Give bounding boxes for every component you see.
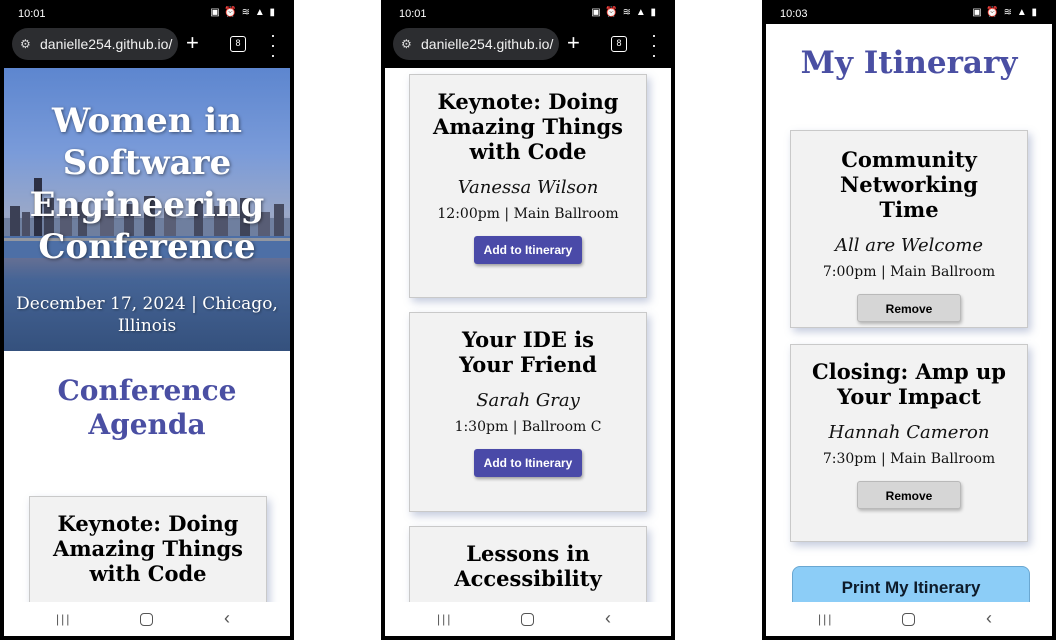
home-icon[interactable] <box>521 613 534 626</box>
site-settings-icon[interactable]: ⚙ <box>401 37 412 51</box>
status-bar: 10:01 ▣ ⏰ ≋ ▲ ▮ <box>4 4 290 24</box>
status-time: 10:01 <box>18 8 46 20</box>
new-tab-plus-icon[interactable]: + <box>567 30 580 56</box>
more-menu-icon[interactable]: · · · <box>270 26 276 64</box>
add-to-itinerary-button[interactable]: Add to Itinerary <box>473 236 583 264</box>
page-viewport[interactable]: My Itinerary Community Networking Time A… <box>766 24 1052 602</box>
status-bar: 10:01 ▣ ⏰ ≋ ▲ ▮ <box>385 4 671 24</box>
session-title: Community Networking Time <box>840 147 978 222</box>
status-icons: ▣ ⏰ ≋ ▲ ▮ <box>210 7 276 18</box>
agenda-heading: Conference Agenda <box>57 374 237 441</box>
status-time: 10:03 <box>780 8 808 20</box>
remove-button[interactable]: Remove <box>857 294 961 322</box>
print-itinerary-button[interactable]: Print My Itinerary <box>792 566 1030 602</box>
recents-icon[interactable]: ||| <box>818 612 833 626</box>
recents-icon[interactable]: ||| <box>56 612 71 626</box>
session-card: Lessons in Accessibility <box>409 526 647 602</box>
session-time-location: 12:00pm | Main Ballroom <box>437 206 619 222</box>
tab-switcher-icon[interactable]: 8 <box>230 36 246 52</box>
session-time-location: 7:30pm | Main Ballroom <box>822 451 996 467</box>
back-icon[interactable]: ‹ <box>605 608 611 629</box>
session-speaker: All are Welcome <box>834 235 984 256</box>
session-title: Keynote: Doing Amazing Things with Code <box>53 511 243 586</box>
url-text[interactable]: danielle254.github.io/ <box>40 36 172 52</box>
url-text[interactable]: danielle254.github.io/ <box>421 36 553 52</box>
itinerary-heading: My Itinerary <box>800 45 1018 81</box>
android-nav-bar: ||| ‹ <box>4 602 290 636</box>
address-bar[interactable]: ⚙ danielle254.github.io/ <box>12 28 178 60</box>
session-speaker: Hannah Cameron <box>828 422 990 443</box>
session-speaker: Sarah Gray <box>476 390 580 411</box>
session-title: Closing: Amp up Your Impact <box>812 359 1006 409</box>
android-nav-bar: ||| ‹ <box>385 602 671 636</box>
conference-date-location: December 17, 2024 | Chicago, Illinois <box>16 294 278 336</box>
session-card: Keynote: Doing Amazing Things with Code … <box>409 74 647 298</box>
status-icons: ▣ ⏰ ≋ ▲ ▮ <box>972 7 1038 18</box>
home-icon[interactable] <box>140 613 153 626</box>
session-title: Your IDE is Your Friend <box>459 327 597 377</box>
phone-screenshot-1: 10:01 ▣ ⏰ ≋ ▲ ▮ ⚙ danielle254.github.io/… <box>0 0 294 640</box>
new-tab-plus-icon[interactable]: + <box>186 30 199 56</box>
status-icons: ▣ ⏰ ≋ ▲ ▮ <box>591 7 657 18</box>
hero-banner: Women in Software Engineering Conference… <box>4 68 290 351</box>
android-nav-bar: ||| ‹ <box>766 602 1052 636</box>
itinerary-card: Community Networking Time All are Welcom… <box>790 130 1028 328</box>
conference-title: Women in Software Engineering Conference <box>29 101 265 267</box>
address-bar[interactable]: ⚙ danielle254.github.io/ <box>393 28 559 60</box>
remove-button[interactable]: Remove <box>857 481 961 509</box>
session-card: Your IDE is Your Friend Sarah Gray 1:30p… <box>409 312 647 512</box>
session-speaker: Vanessa Wilson <box>457 177 599 198</box>
session-time-location: 1:30pm | Ballroom C <box>454 419 602 435</box>
page-viewport[interactable]: Women in Software Engineering Conference… <box>4 68 290 602</box>
itinerary-card: Closing: Amp up Your Impact Hannah Camer… <box>790 344 1028 542</box>
home-icon[interactable] <box>902 613 915 626</box>
session-title: Lessons in Accessibility <box>454 541 602 591</box>
browser-toolbar: ⚙ danielle254.github.io/ + 8 · · · <box>4 24 290 68</box>
recents-icon[interactable]: ||| <box>437 612 452 626</box>
session-title: Keynote: Doing Amazing Things with Code <box>433 89 623 164</box>
add-to-itinerary-button[interactable]: Add to Itinerary <box>473 449 583 477</box>
back-icon[interactable]: ‹ <box>986 608 992 629</box>
browser-toolbar: ⚙ danielle254.github.io/ + 8 · · · <box>385 24 671 68</box>
phone-screenshot-2: 10:01 ▣ ⏰ ≋ ▲ ▮ ⚙ danielle254.github.io/… <box>381 0 675 640</box>
session-card: Keynote: Doing Amazing Things with Code <box>29 496 267 602</box>
back-icon[interactable]: ‹ <box>224 608 230 629</box>
status-bar: 10:03 ▣ ⏰ ≋ ▲ ▮ <box>766 4 1052 24</box>
status-time: 10:01 <box>399 8 427 20</box>
page-viewport[interactable]: Keynote: Doing Amazing Things with Code … <box>385 68 671 602</box>
tab-switcher-icon[interactable]: 8 <box>611 36 627 52</box>
site-settings-icon[interactable]: ⚙ <box>20 37 31 51</box>
session-time-location: 7:00pm | Main Ballroom <box>822 264 996 280</box>
more-menu-icon[interactable]: · · · <box>651 26 657 64</box>
phone-screenshot-3: 10:03 ▣ ⏰ ≋ ▲ ▮ My Itinerary Community N… <box>762 0 1056 640</box>
